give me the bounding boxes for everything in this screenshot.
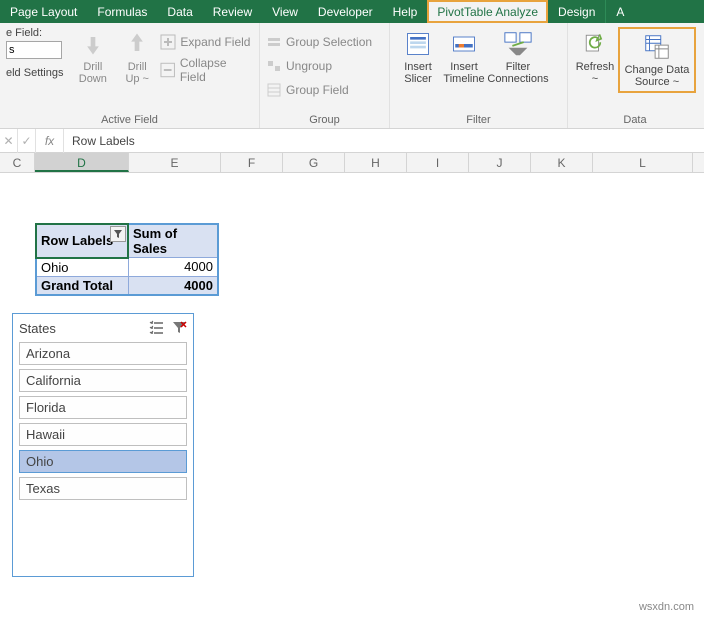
formula-bar: ✕ ✓ fx Row Labels	[0, 129, 704, 153]
ribbon: e Field: eld Settings Drill Down Drill U…	[0, 23, 704, 129]
watermark: wsxdn.com	[639, 601, 694, 613]
group-label-data: Data	[574, 112, 696, 126]
pivot-row-labels-header[interactable]: Row Labels	[36, 224, 128, 258]
collapse-icon	[160, 62, 175, 78]
group-label-group: Group	[266, 112, 383, 126]
expand-icon	[160, 34, 176, 50]
pivot-values-header[interactable]: Sum of Sales	[128, 224, 218, 258]
active-field-label: e Field:	[6, 27, 70, 39]
drill-down-icon	[79, 29, 107, 59]
slicer-item[interactable]: Hawaii	[19, 423, 187, 446]
worksheet-grid[interactable]: Row Labels Sum of Sales Ohio 4000 Grand …	[0, 173, 704, 619]
ungroup-button[interactable]: Ungroup	[266, 55, 332, 77]
tab-overflow[interactable]: A	[606, 0, 634, 23]
group-filter: Insert Slicer Insert Timeline Filter Con…	[390, 23, 568, 128]
tab-formulas[interactable]: Formulas	[87, 0, 157, 23]
group-field-icon	[266, 82, 282, 98]
tab-developer[interactable]: Developer	[308, 0, 383, 23]
group-field-button[interactable]: Group Field	[266, 79, 349, 101]
fx-button[interactable]: fx	[36, 129, 64, 153]
col-l[interactable]: L	[593, 153, 693, 172]
pivot-table: Row Labels Sum of Sales Ohio 4000 Grand …	[35, 223, 219, 296]
filter-connections-icon	[502, 29, 534, 59]
insert-timeline-button[interactable]: Insert Timeline	[442, 27, 486, 87]
expand-field-button[interactable]: Expand Field	[160, 31, 253, 53]
slicer-title: States	[19, 321, 56, 336]
col-f[interactable]: F	[221, 153, 283, 172]
tab-review[interactable]: Review	[203, 0, 262, 23]
pivot-row-value[interactable]: 4000	[128, 258, 218, 277]
slicer-panel[interactable]: States Arizona California Florida Hawaii Ohi…	[12, 313, 194, 577]
tab-view[interactable]: View	[262, 0, 308, 23]
change-source-icon	[641, 32, 673, 62]
drill-up-button[interactable]: Drill Up ~	[116, 27, 158, 87]
slicer-icon	[404, 29, 432, 59]
formula-value[interactable]: Row Labels	[64, 134, 135, 148]
clear-filter-icon[interactable]	[171, 320, 187, 336]
slicer-item[interactable]: Texas	[19, 477, 187, 500]
refresh-icon	[581, 29, 609, 59]
change-data-source-highlight: Change Data Source ~	[618, 27, 696, 93]
pivot-row-label[interactable]: Ohio	[36, 258, 128, 277]
cancel-icon[interactable]: ✕	[0, 129, 18, 153]
slicer-item[interactable]: Ohio	[19, 450, 187, 473]
group-selection-button[interactable]: Group Selection	[266, 31, 372, 53]
tab-help[interactable]: Help	[383, 0, 428, 23]
ungroup-icon	[266, 58, 282, 74]
funnel-icon	[113, 229, 123, 239]
active-field-input[interactable]	[6, 41, 62, 59]
insert-slicer-button[interactable]: Insert Slicer	[396, 27, 440, 87]
group-data: Refresh ~ Change Data Source ~ Data	[568, 23, 702, 128]
col-e[interactable]: E	[129, 153, 221, 172]
slicer-item[interactable]: California	[19, 369, 187, 392]
pivot-grand-total-label[interactable]: Grand Total	[36, 276, 128, 295]
col-i[interactable]: I	[407, 153, 469, 172]
col-g[interactable]: G	[283, 153, 345, 172]
tab-pivottable-analyze[interactable]: PivotTable Analyze	[427, 0, 548, 23]
group-group: Group Selection Ungroup Group Field Grou…	[260, 23, 390, 128]
group-label-filter: Filter	[396, 112, 561, 126]
drill-up-icon	[123, 29, 151, 59]
timeline-icon	[450, 29, 478, 59]
enter-icon[interactable]: ✓	[18, 129, 36, 153]
col-h[interactable]: H	[345, 153, 407, 172]
slicer-item[interactable]: Florida	[19, 396, 187, 419]
change-data-source-button[interactable]: Change Data Source ~	[621, 30, 693, 90]
multiselect-icon[interactable]	[149, 320, 165, 336]
col-k[interactable]: K	[531, 153, 593, 172]
tab-page-layout[interactable]: Page Layout	[0, 0, 87, 23]
col-j[interactable]: J	[469, 153, 531, 172]
slicer-item[interactable]: Arizona	[19, 342, 187, 365]
field-settings-link[interactable]: eld Settings	[6, 61, 70, 79]
tab-design[interactable]: Design	[548, 0, 606, 23]
refresh-button[interactable]: Refresh ~	[574, 27, 616, 87]
pivot-grand-total-value[interactable]: 4000	[128, 276, 218, 295]
group-active-field: e Field: eld Settings Drill Down Drill U…	[0, 23, 260, 128]
col-c[interactable]: C	[0, 153, 35, 172]
group-label-active-field: Active Field	[6, 112, 253, 126]
filter-connections-button[interactable]: Filter Connections	[488, 27, 548, 87]
pivot-filter-button[interactable]	[110, 226, 126, 242]
ribbon-tabs: Page Layout Formulas Data Review View De…	[0, 0, 704, 23]
slicer-items: Arizona California Florida Hawaii Ohio Texas	[19, 342, 187, 500]
tab-data[interactable]: Data	[157, 0, 202, 23]
column-headers: C D E F G H I J K L	[0, 153, 704, 173]
group-selection-icon	[266, 34, 282, 50]
col-d[interactable]: D	[35, 153, 129, 172]
drill-down-button[interactable]: Drill Down	[72, 27, 114, 87]
collapse-field-button[interactable]: Collapse Field	[160, 59, 253, 81]
